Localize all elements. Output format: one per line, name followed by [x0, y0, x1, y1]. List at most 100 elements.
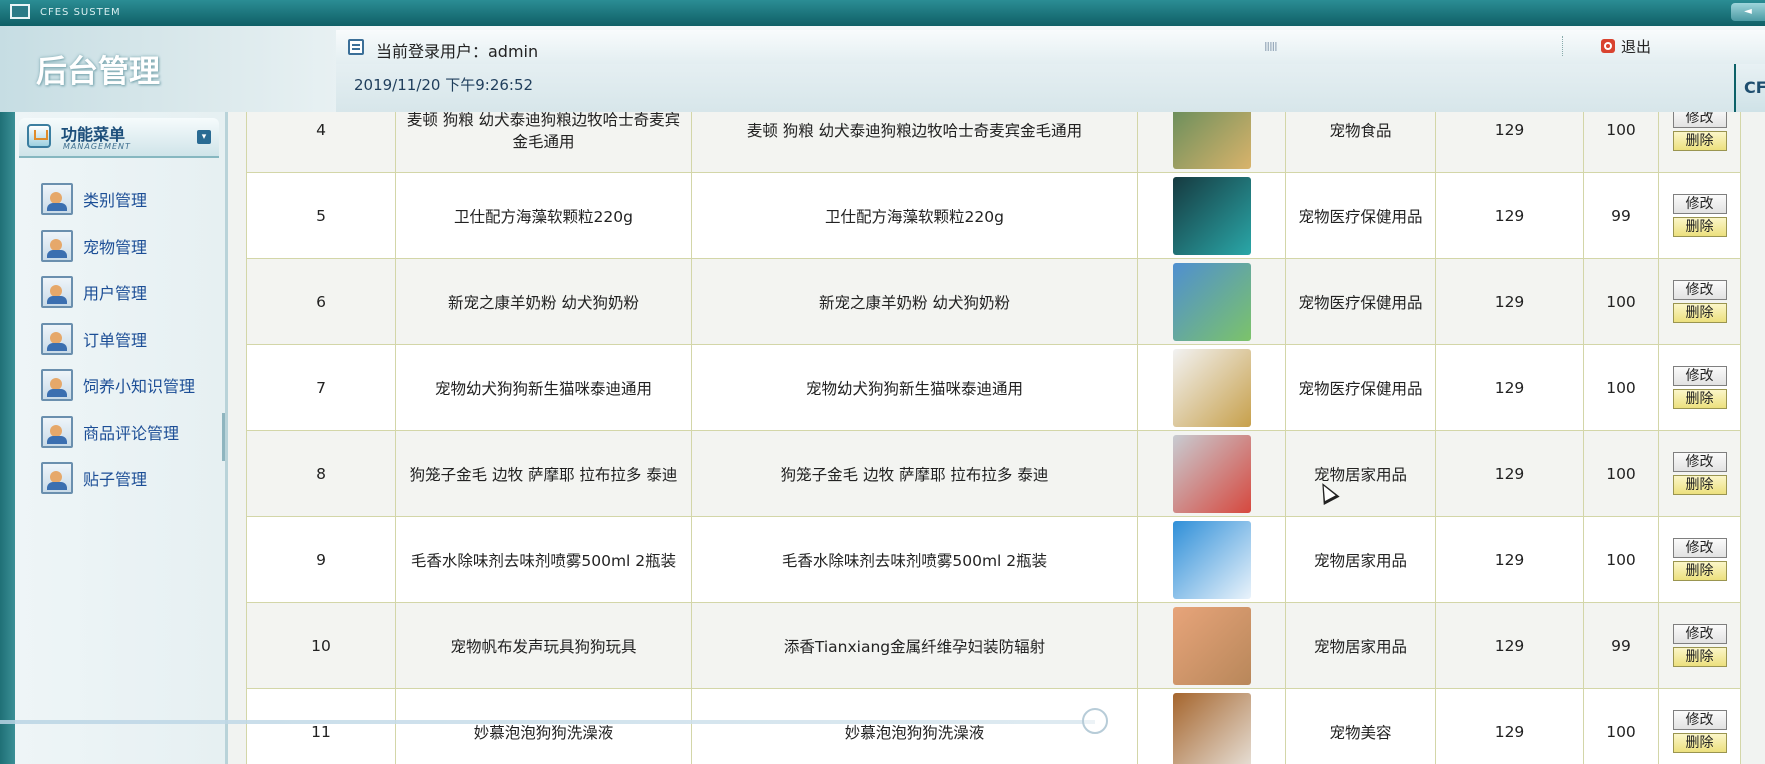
cell-stock: 100 — [1583, 430, 1659, 517]
menu-subtitle: MANAGEMENT — [63, 142, 131, 151]
cell-id: 5 — [246, 172, 396, 259]
sidebar-resize-handle[interactable] — [222, 413, 225, 461]
sidebar-item-7[interactable]: 贴子管理 — [41, 461, 211, 495]
cell-price: 129 — [1435, 344, 1584, 431]
product-thumbnail — [1172, 112, 1251, 169]
user-card-icon — [41, 183, 73, 215]
cell-category: 宠物居家用品 — [1285, 602, 1436, 689]
edit-button[interactable]: 修改 — [1672, 112, 1727, 128]
sidebar-item-label: 用户管理 — [83, 284, 148, 303]
edit-button[interactable]: 修改 — [1672, 710, 1727, 730]
delete-button[interactable]: 删除 — [1672, 131, 1727, 151]
cell-id: 9 — [246, 516, 396, 603]
user-card-icon — [41, 415, 73, 448]
cell-description: 狗笼子金毛 边牧 萨摩耶 拉布拉多 泰迪 — [691, 430, 1138, 517]
sidebar-item-2[interactable]: 宠物管理 — [41, 229, 211, 263]
sidebar-item-6[interactable]: 商品评论管理 — [41, 415, 211, 449]
cell-actions: 修改 删除 — [1658, 258, 1741, 345]
sidebar: 功能菜单 MANAGEMENT ▾ 类别管理宠物管理用户管理订单管理饲养小知识管… — [15, 112, 228, 764]
power-icon — [1601, 39, 1615, 53]
cell-name: 宠物幼犬狗狗新生猫咪泰迪通用 — [395, 344, 692, 431]
edit-button[interactable]: 修改 — [1672, 366, 1727, 386]
cell-description: 麦顿 狗粮 幼犬泰迪狗粮边牧哈士奇麦宾金毛通用 — [691, 112, 1138, 173]
cell-name: 新宠之康羊奶粉 幼犬狗奶粉 — [395, 258, 692, 345]
product-thumbnail — [1172, 434, 1251, 513]
chevron-down-icon[interactable]: ▾ — [197, 130, 211, 144]
brand-title: 后台管理 — [36, 54, 160, 90]
window-collapse-button[interactable]: ◄ — [1731, 3, 1765, 21]
video-progress-knob[interactable] — [1082, 708, 1108, 734]
cell-category: 宠物美容 — [1285, 688, 1436, 764]
logout-button[interactable]: 退出 — [1601, 36, 1651, 56]
edit-button[interactable]: 修改 — [1672, 624, 1727, 644]
menu-header: 功能菜单 MANAGEMENT ▾ — [19, 118, 219, 158]
cell-image — [1137, 516, 1286, 603]
divider — [1562, 36, 1564, 56]
user-bar: 当前登录用户：admin IIIII 退出 — [336, 30, 1765, 64]
edit-button[interactable]: 修改 — [1672, 194, 1727, 214]
cell-stock: 100 — [1583, 344, 1659, 431]
table-row: 7 宠物幼犬狗狗新生猫咪泰迪通用 宠物幼犬狗狗新生猫咪泰迪通用 宠物医疗保健用品 129… — [246, 344, 1741, 431]
sidebar-item-label: 类别管理 — [83, 191, 148, 210]
cell-name: 毛香水除味剂去味剂喷雾500ml 2瓶装 — [395, 516, 692, 603]
delete-button[interactable]: 删除 — [1672, 217, 1727, 237]
date-bar: 2019/11/20 下午9:26:52 — [336, 64, 1734, 116]
cell-category: 宠物居家用品 — [1285, 430, 1436, 517]
cell-id: 10 — [246, 602, 396, 689]
cell-actions: 修改 删除 — [1658, 172, 1741, 259]
cell-actions: 修改 删除 — [1658, 430, 1741, 517]
cell-description: 添香Tianxiang金属纤维孕妇装防辐射 — [691, 602, 1138, 689]
sidebar-item-3[interactable]: 用户管理 — [41, 275, 211, 309]
cell-description: 妙慕泡泡狗狗洗澡液 — [691, 688, 1138, 764]
sidebar-item-label: 商品评论管理 — [83, 423, 180, 443]
cell-category: 宠物医疗保健用品 — [1285, 172, 1436, 259]
sidebar-item-label: 订单管理 — [83, 330, 148, 350]
delete-button[interactable]: 删除 — [1672, 475, 1727, 495]
delete-button[interactable]: 删除 — [1672, 733, 1727, 753]
cell-price: 129 — [1435, 516, 1584, 603]
sidebar-item-1[interactable]: 类别管理 — [41, 182, 211, 216]
cell-name: 卫仕配方海藻软颗粒220g — [395, 172, 692, 259]
system-title: CFES SUSTEM — [40, 7, 121, 18]
sidebar-item-4[interactable]: 订单管理 — [41, 322, 211, 356]
video-progress-track[interactable] — [0, 720, 1095, 724]
cell-actions: 修改 删除 — [1658, 688, 1741, 764]
left-frame — [0, 112, 15, 764]
cell-price: 129 — [1435, 602, 1584, 689]
cell-price: 129 — [1435, 430, 1584, 517]
cell-actions: 修改 删除 — [1658, 112, 1741, 173]
cell-stock: 100 — [1583, 688, 1659, 764]
table-row: 4 麦顿 狗粮 幼犬泰迪狗粮边牧哈士奇麦宾金毛通用 麦顿 狗粮 幼犬泰迪狗粮边牧哈士… — [246, 112, 1741, 173]
delete-button[interactable]: 删除 — [1672, 303, 1727, 323]
resize-grip[interactable]: IIIII — [1264, 40, 1278, 54]
product-thumbnail — [1172, 692, 1251, 764]
cell-image — [1137, 344, 1286, 431]
cell-id: 4 — [246, 112, 396, 173]
product-thumbnail — [1172, 262, 1251, 341]
sidebar-item-5[interactable]: 饲养小知识管理 — [41, 368, 211, 402]
table-row: 10 宠物帆布发声玩具狗狗玩具 添香Tianxiang金属纤维孕妇装防辐射 宠物居家用… — [246, 602, 1741, 689]
delete-button[interactable]: 删除 — [1672, 561, 1727, 581]
cell-id: 11 — [246, 688, 396, 764]
delete-button[interactable]: 删除 — [1672, 647, 1727, 667]
cell-category: 宠物居家用品 — [1285, 516, 1436, 603]
table-row: 11 妙慕泡泡狗狗洗澡液 妙慕泡泡狗狗洗澡液 宠物美容 129 100 修改 删除 — [246, 688, 1741, 764]
table-row: 6 新宠之康羊奶粉 幼犬狗奶粉 新宠之康羊奶粉 幼犬狗奶粉 宠物医疗保健用品 129 10… — [246, 258, 1741, 345]
cell-name: 狗笼子金毛 边牧 萨摩耶 拉布拉多 泰迪 — [395, 430, 692, 517]
logout-label: 退出 — [1621, 37, 1652, 56]
cell-description: 宠物幼犬狗狗新生猫咪泰迪通用 — [691, 344, 1138, 431]
delete-button[interactable]: 删除 — [1672, 389, 1727, 409]
cell-actions: 修改 删除 — [1658, 344, 1741, 431]
cell-price: 129 — [1435, 258, 1584, 345]
sidebar-item-label: 宠物管理 — [83, 237, 148, 257]
right-tab[interactable]: CF — [1734, 64, 1765, 112]
cell-stock: 100 — [1583, 258, 1659, 345]
edit-button[interactable]: 修改 — [1672, 280, 1727, 300]
cell-id: 6 — [246, 258, 396, 345]
product-thumbnail — [1172, 176, 1251, 255]
edit-button[interactable]: 修改 — [1672, 452, 1727, 472]
table-row: 8 狗笼子金毛 边牧 萨摩耶 拉布拉多 泰迪 狗笼子金毛 边牧 萨摩耶 拉布拉多 泰… — [246, 430, 1741, 517]
cell-category: 宠物医疗保健用品 — [1285, 344, 1436, 431]
edit-button[interactable]: 修改 — [1672, 538, 1727, 558]
user-card-icon — [41, 229, 73, 262]
